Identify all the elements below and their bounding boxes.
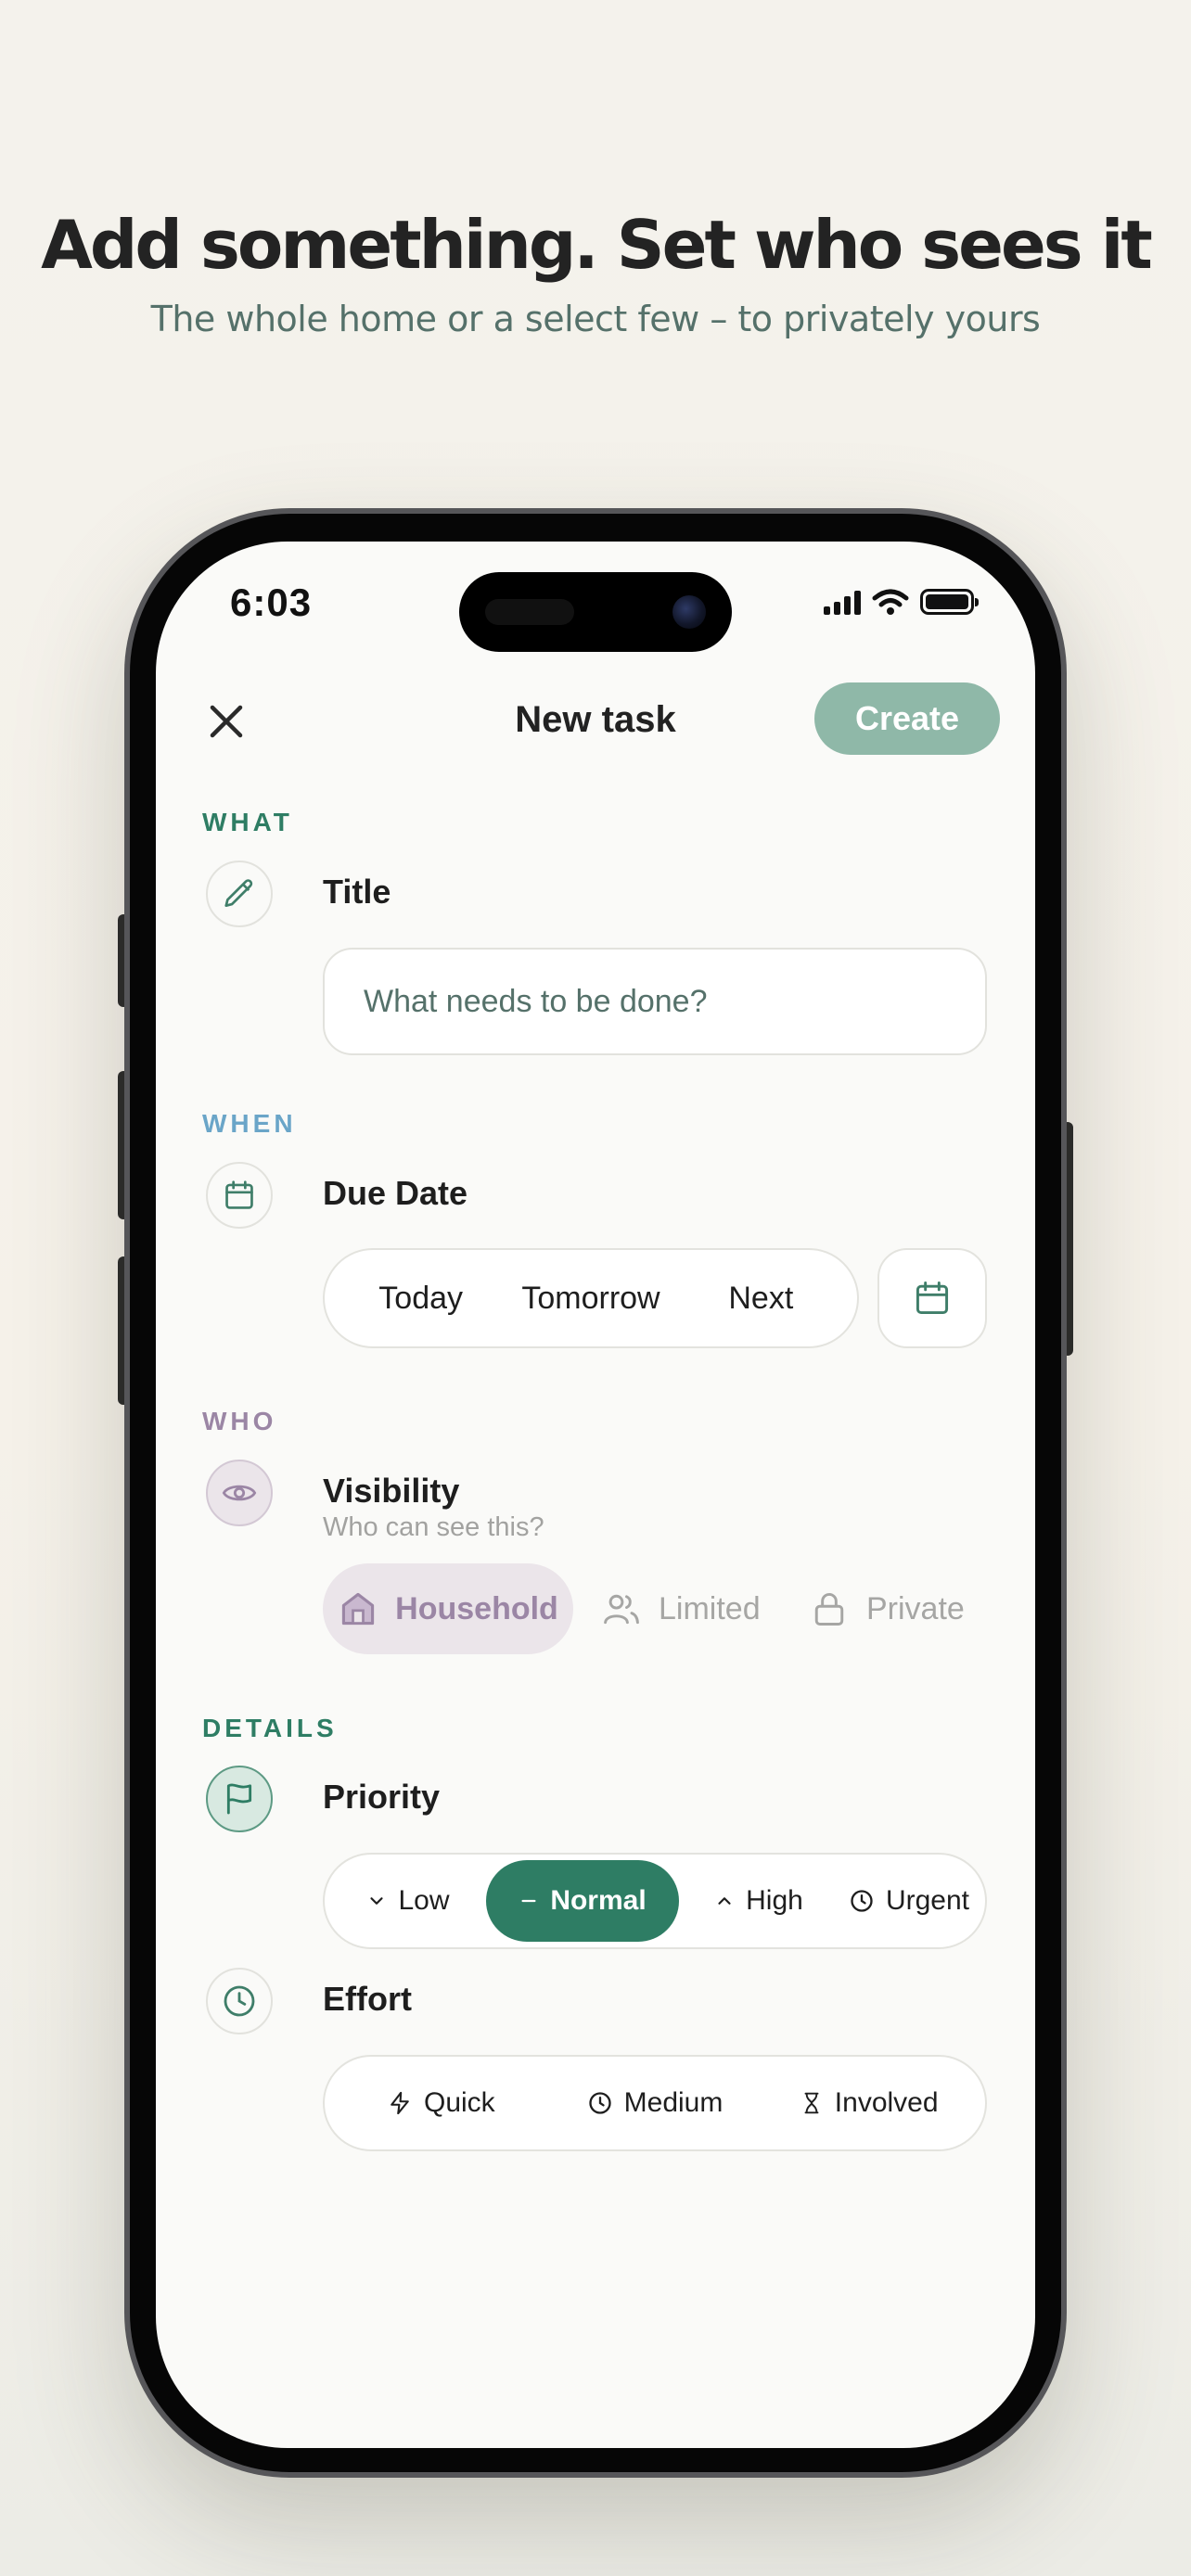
task-title-input[interactable]	[323, 948, 987, 1055]
home-icon	[342, 1592, 375, 1626]
section-label-details: DETAILS	[202, 1714, 338, 1742]
priority-normal-label: Normal	[550, 1885, 647, 1916]
effort-quick-button[interactable]: Quick	[334, 2057, 548, 2149]
clock-icon	[588, 2092, 611, 2114]
marketing-headline: Add something. Set who sees it	[41, 206, 1153, 284]
flag-icon	[226, 1783, 252, 1815]
status-icons	[824, 588, 979, 616]
title-field-icon	[206, 861, 273, 927]
eye-icon	[222, 1485, 257, 1501]
effort-medium-label: Medium	[623, 2087, 724, 2118]
due-next-button[interactable]: Next	[676, 1250, 846, 1346]
priority-low-button[interactable]: Low	[330, 1860, 486, 1942]
clock-icon	[851, 1890, 873, 1912]
visibility-limited-button[interactable]: Limited	[601, 1563, 761, 1654]
section-label-who: WHO	[202, 1407, 277, 1435]
due-today-button[interactable]: Today	[336, 1250, 506, 1346]
effort-involved-label: Involved	[834, 2087, 939, 2118]
effort-medium-button[interactable]: Medium	[548, 2057, 762, 2149]
priority-normal-button[interactable]: Normal	[486, 1860, 679, 1942]
dynamic-island	[459, 572, 732, 652]
priority-urgent-label: Urgent	[885, 1885, 970, 1916]
battery-icon	[920, 589, 979, 615]
priority-options: Low Normal High Urgent	[323, 1853, 987, 1949]
cellular-signal-icon	[824, 589, 861, 615]
visibility-private-button[interactable]: Private	[809, 1563, 965, 1654]
visibility-hint: Who can see this?	[323, 1512, 544, 1542]
pencil-icon	[224, 879, 253, 908]
date-picker-button[interactable]	[877, 1248, 987, 1348]
clock-icon	[224, 1985, 255, 2017]
users-icon	[604, 1594, 639, 1625]
priority-low-label: Low	[398, 1885, 450, 1916]
visibility-field-label: Visibility	[323, 1472, 460, 1510]
camera-icon	[672, 595, 706, 629]
phone-screen: 6:03 New task Create WHAT Title WHEN	[156, 542, 1035, 2448]
title-field-label: Title	[323, 873, 391, 911]
status-time: 6:03	[230, 580, 313, 624]
effort-field-icon	[206, 1968, 273, 2034]
calendar-icon	[225, 1180, 253, 1209]
minus-icon	[521, 1899, 536, 1903]
visibility-field-icon	[206, 1460, 273, 1526]
visibility-limited-label: Limited	[659, 1590, 761, 1626]
due-next-label: Next	[728, 1280, 794, 1316]
effort-field-label: Effort	[323, 1980, 412, 2018]
priority-field-label: Priority	[323, 1778, 441, 1816]
priority-urgent-button[interactable]: Urgent	[839, 1860, 980, 1942]
due-today-label: Today	[378, 1280, 464, 1316]
chevron-down-icon	[370, 1897, 384, 1905]
chevron-up-icon	[718, 1897, 731, 1905]
due-date-options: Today Tomorrow Next	[323, 1248, 859, 1348]
lock-icon	[814, 1593, 844, 1626]
visibility-household-button[interactable]: Household	[323, 1563, 573, 1654]
due-tomorrow-label: Tomorrow	[521, 1280, 660, 1316]
island-sensor	[485, 599, 574, 625]
lightning-icon	[391, 2091, 409, 2115]
effort-options: Quick Medium Involved	[323, 2055, 987, 2151]
marketing-subline: The whole home or a select few – to priv…	[150, 299, 1041, 339]
visibility-household-label: Household	[395, 1590, 558, 1626]
calendar-icon	[916, 1282, 949, 1315]
section-label-when: WHEN	[202, 1109, 297, 1138]
visibility-private-label: Private	[866, 1590, 965, 1626]
wifi-icon	[872, 589, 909, 615]
priority-high-button[interactable]: High	[679, 1860, 839, 1942]
priority-high-label: High	[746, 1885, 803, 1916]
due-date-field-icon	[206, 1162, 273, 1229]
effort-involved-button[interactable]: Involved	[762, 2057, 976, 2149]
due-tomorrow-button[interactable]: Tomorrow	[506, 1250, 675, 1346]
hourglass-icon	[804, 2092, 819, 2114]
due-date-field-label: Due Date	[323, 1174, 468, 1212]
section-label-what: WHAT	[202, 808, 293, 836]
create-button[interactable]: Create	[814, 682, 1000, 755]
effort-quick-label: Quick	[423, 2087, 495, 2118]
priority-field-icon	[206, 1766, 273, 1832]
